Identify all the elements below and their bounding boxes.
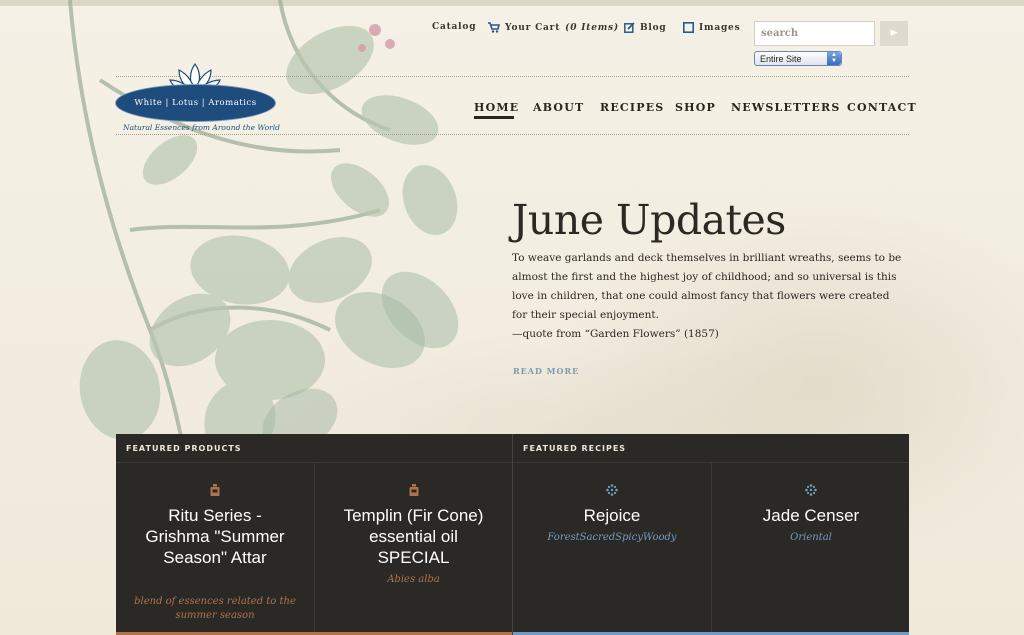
search-button[interactable]: ▶ [880, 21, 908, 46]
catalog-link[interactable]: Catalog [432, 22, 476, 32]
featured-products-heading: FEATURED PRODUCTS [126, 444, 242, 453]
hero-paragraph: To weave garlands and deck themselves in… [512, 252, 902, 321]
cart-link[interactable]: Your Cart (0 Items) [488, 22, 619, 33]
nav-contact[interactable]: CONTACT [847, 101, 917, 114]
logo-name: White | Lotus | Aromatics [134, 98, 257, 108]
blog-link[interactable]: Blog [624, 22, 667, 33]
nav-shop[interactable]: SHOP [675, 101, 716, 114]
hero-quote-source: —quote from “Garden Flowers” (1857) [512, 328, 719, 340]
product-subtitle: Abies alba [387, 574, 440, 585]
blog-label: Blog [640, 22, 667, 33]
search-input[interactable]: search [754, 21, 875, 46]
logo-badge: White | Lotus | Aromatics [115, 84, 276, 122]
images-label: Images [699, 22, 741, 33]
nav-recipes[interactable]: RECIPES [600, 101, 664, 114]
featured-recipes-heading: FEATURED RECIPES [523, 444, 627, 453]
snowflake-icon [606, 484, 618, 496]
snowflake-icon [805, 484, 817, 496]
nav-active-indicator [474, 116, 514, 119]
nav-newsletters[interactable]: NEWSLETTERS [731, 101, 841, 114]
read-more-link[interactable]: READ MORE [513, 366, 579, 376]
images-link[interactable]: Images [683, 22, 740, 33]
select-arrows-icon: ▲ ▼ [827, 52, 841, 65]
nav-about[interactable]: ABOUT [533, 101, 584, 114]
recipe-title[interactable]: Rejoice [513, 505, 711, 526]
recipe-card[interactable]: Jade Censer Oriental [711, 463, 910, 635]
product-subtitle: blend of essences related to the summer … [134, 596, 296, 621]
search-scope-select[interactable]: Entire Site ▲ ▼ [754, 51, 842, 66]
product-title[interactable]: Templin (Fir Cone) essential oil SPECIAL [315, 505, 512, 568]
catalog-label: Catalog [432, 22, 477, 32]
hero-body: To weave garlands and deck themselves in… [512, 249, 907, 344]
nav-home[interactable]: HOME [474, 101, 519, 114]
featured-recipes-panel: FEATURED RECIPES Rejoice ForestSacredSpi… [512, 434, 909, 635]
cart-label: Your Cart [505, 22, 561, 33]
recipe-card[interactable]: Rejoice ForestSacredSpicyWoody [513, 463, 711, 635]
recipe-tags: Oriental [790, 532, 832, 543]
product-card[interactable]: Ritu Series - Grishma "Summer Season" At… [116, 463, 314, 635]
search-scope-value: Entire Site [760, 53, 802, 64]
recipe-title[interactable]: Jade Censer [712, 505, 910, 526]
bottle-icon [210, 484, 220, 496]
hero-title: June Updates [512, 196, 786, 244]
site-logo[interactable]: White | Lotus | Aromatics Natural Essenc… [113, 62, 283, 137]
product-card[interactable]: Templin (Fir Cone) essential oil SPECIAL… [314, 463, 512, 635]
bottle-icon [409, 484, 418, 496]
cart-icon [488, 22, 500, 33]
logo-tagline: Natural Essences from Around the World [123, 123, 280, 132]
featured-products-panel: FEATURED PRODUCTS Ritu Series - Grishma … [116, 434, 512, 635]
cart-count: (0 Items) [565, 22, 619, 33]
recipe-tags: ForestSacredSpicyWoody [547, 532, 677, 543]
images-icon [683, 22, 694, 33]
product-title[interactable]: Ritu Series - Grishma "Summer Season" At… [116, 505, 314, 568]
blog-icon [624, 22, 635, 33]
